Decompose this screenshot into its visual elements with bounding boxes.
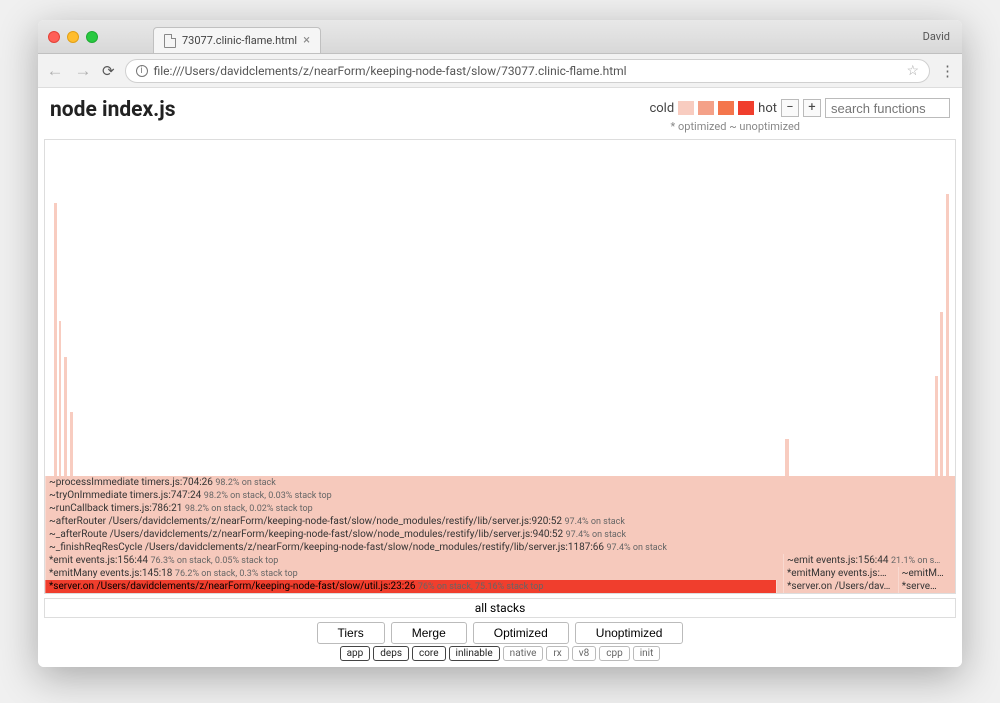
optimized-button[interactable]: Optimized	[473, 622, 569, 644]
tier-init-button[interactable]: init	[633, 646, 661, 661]
site-info-icon[interactable]: i	[136, 65, 148, 77]
zoom-out-button[interactable]: −	[781, 99, 799, 117]
close-window-button[interactable]	[48, 31, 60, 43]
stack-frame[interactable]: *emitMany events.js:…	[783, 567, 898, 580]
stack-frame[interactable]: *emitMany events.js:145:18 76.2% on stac…	[45, 567, 783, 580]
zoom-in-button[interactable]: +	[803, 99, 821, 117]
back-button[interactable]: ←	[46, 61, 64, 81]
cold-label: cold	[649, 101, 674, 116]
controls: Tiers Merge Optimized Unoptimized	[44, 622, 956, 644]
stack-frame[interactable]: *server.on /Users/davidclements/z/nearFo…	[45, 580, 776, 593]
tiers-button[interactable]: Tiers	[317, 622, 385, 644]
tier-deps-button[interactable]: deps	[373, 646, 409, 661]
search-input[interactable]	[825, 98, 950, 118]
swatch-cold	[678, 101, 694, 115]
browser-window: 73077.clinic-flame.html × David ← → ⟳ i …	[38, 20, 962, 667]
tier-cpp-button[interactable]: cpp	[599, 646, 629, 661]
page-title: node index.js	[50, 98, 176, 122]
tier-v8-button[interactable]: v8	[572, 646, 596, 661]
stack-frame[interactable]: ~emitM…	[898, 567, 955, 580]
address-bar[interactable]: i file:///Users/davidclements/z/nearForm…	[125, 59, 930, 83]
maximize-window-button[interactable]	[86, 31, 98, 43]
reload-button[interactable]: ⟳	[102, 62, 115, 80]
all-stacks-bar[interactable]: all stacks	[44, 598, 956, 618]
url-text: file:///Users/davidclements/z/nearForm/k…	[154, 64, 627, 78]
profile-label[interactable]: David	[923, 30, 950, 43]
tier-core-button[interactable]: core	[412, 646, 446, 661]
bookmark-icon[interactable]: ☆	[906, 63, 919, 79]
page-content: node index.js cold hot − + * optimized ~…	[38, 88, 962, 667]
swatch-hot	[738, 101, 754, 115]
menu-button[interactable]: ⋮	[940, 62, 954, 80]
minimize-window-button[interactable]	[67, 31, 79, 43]
stack-frame[interactable]: ~runCallback timers.js:786:21 98.2% on s…	[45, 502, 955, 515]
stack-frame[interactable]: *emit events.js:156:44 76.3% on stack, 0…	[45, 554, 783, 567]
forward-button: →	[74, 61, 92, 81]
stack-frame[interactable]: *serve…	[898, 580, 955, 593]
close-tab-button[interactable]: ×	[303, 33, 310, 48]
tier-rx-button[interactable]: rx	[546, 646, 568, 661]
tiers-row: appdepscoreinlinablenativerx v8cppinit	[44, 646, 956, 661]
stack-frame[interactable]: ~processImmediate timers.js:704:26 98.2%…	[45, 476, 955, 489]
stack-frame[interactable]: *server.on /Users/dav…	[783, 580, 898, 593]
stack-frames: *server.on /Users/davidclements/z/nearFo…	[45, 476, 955, 593]
legend: cold hot − + * optimized ~ unoptimized	[649, 98, 950, 133]
legend-subtitle: * optimized ~ unoptimized	[671, 120, 800, 133]
stack-frame[interactable]	[776, 580, 783, 593]
traffic-lights	[48, 31, 98, 43]
tier-native-button[interactable]: native	[503, 646, 544, 661]
flame-header: node index.js cold hot − + * optimized ~…	[50, 98, 950, 133]
stack-frame[interactable]: ~emit events.js:156:44 21.1% on s…	[783, 554, 955, 567]
stack-frame[interactable]: ~tryOnImmediate timers.js:747:24 98.2% o…	[45, 489, 955, 502]
unoptimized-button[interactable]: Unoptimized	[575, 622, 684, 644]
flamegraph[interactable]: *server.on /Users/davidclements/z/nearFo…	[44, 139, 956, 594]
file-icon	[164, 34, 176, 48]
stack-frame[interactable]: ~_finishReqResCycle /Users/davidclements…	[45, 541, 955, 554]
stack-frame[interactable]: ~_afterRoute /Users/davidclements/z/near…	[45, 528, 955, 541]
merge-button[interactable]: Merge	[391, 622, 467, 644]
titlebar: 73077.clinic-flame.html × David	[38, 20, 962, 54]
hot-label: hot	[758, 101, 777, 116]
tier-app-button[interactable]: app	[340, 646, 371, 661]
toolbar: ← → ⟳ i file:///Users/davidclements/z/ne…	[38, 54, 962, 88]
browser-tab[interactable]: 73077.clinic-flame.html ×	[153, 27, 321, 53]
stack-frame[interactable]: ~afterRouter /Users/davidclements/z/near…	[45, 515, 955, 528]
tier-inlinable-button[interactable]: inlinable	[449, 646, 500, 661]
swatch-warm2	[718, 101, 734, 115]
tab-strip: 73077.clinic-flame.html ×	[153, 20, 321, 53]
swatch-warm1	[698, 101, 714, 115]
tab-title: 73077.clinic-flame.html	[182, 34, 297, 47]
